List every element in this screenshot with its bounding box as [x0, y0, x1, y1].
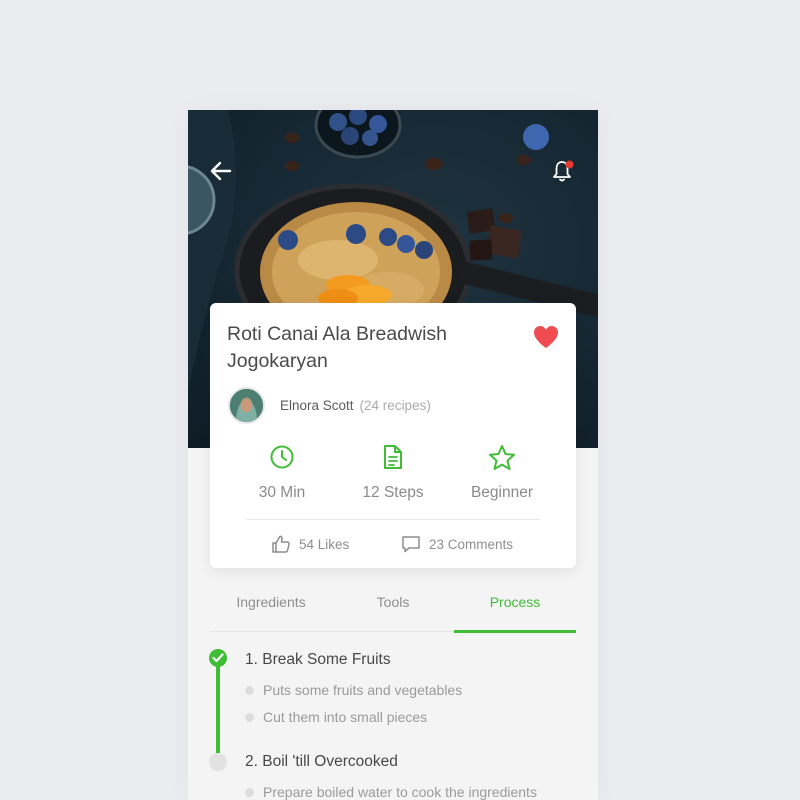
comments-button[interactable]: 23 Comments [401, 529, 513, 559]
author-recipe-count: (24 recipes) [359, 397, 431, 413]
social-row: 54 Likes 23 Comments [210, 529, 576, 559]
step-1-item-2-text: Cut them into small pieces [263, 709, 428, 725]
recipe-tabs: Ingredients Tools Process [210, 582, 576, 633]
back-button[interactable] [206, 156, 236, 186]
stat-steps: 12 Steps [338, 443, 448, 502]
step-1-item-1-text: Puts some fruits and vegetables [263, 682, 463, 698]
stat-difficulty-label: Beginner [470, 484, 534, 501]
notification-button[interactable] [548, 156, 578, 186]
recipe-stats: 30 Min 12 Steps Beginner [210, 443, 576, 503]
step-1-title[interactable]: 1. Break Some Fruits [245, 651, 391, 669]
clock-icon [270, 445, 294, 469]
stat-difficulty: Beginner [447, 443, 557, 502]
step-2-item-1-text: Prepare boiled water to cook the ingredi… [263, 784, 537, 800]
step-2-item-1: Prepare boiled water to cook the ingredi… [245, 784, 537, 800]
step-2-status-dot [209, 753, 227, 771]
stat-steps-label: 12 Steps [362, 484, 424, 501]
likes-button[interactable]: 54 Likes [271, 529, 349, 559]
bullet-icon [245, 712, 254, 722]
star-icon [489, 444, 515, 470]
tab-ingredients[interactable]: Ingredients [210, 582, 332, 632]
card-divider [246, 519, 540, 520]
stat-duration: 30 Min [227, 443, 337, 502]
avatar[interactable] [228, 386, 265, 424]
tab-tools[interactable]: Tools [332, 582, 454, 632]
tab-process[interactable]: Process [454, 582, 576, 633]
step-2-title[interactable]: 2. Boil 'till Overcooked [245, 753, 398, 771]
author-row[interactable]: Elnora Scott (24 recipes) [228, 386, 431, 424]
likes-count: 54 Likes [299, 536, 350, 552]
bullet-icon [245, 787, 254, 797]
notification-dot [565, 160, 574, 169]
step-1-check-icon [209, 649, 227, 667]
favorite-button[interactable] [532, 324, 560, 350]
recipe-info-card: Roti Canai Ala Breadwish Jogokaryan Elno… [210, 303, 576, 568]
comments-count: 23 Comments [429, 536, 514, 552]
author-name[interactable]: Elnora Scott [280, 398, 354, 413]
step-1-item-2: Cut them into small pieces [245, 709, 427, 725]
arrow-left-icon [210, 161, 232, 181]
recipe-screen: Roti Canai Ala Breadwish Jogokaryan Elno… [188, 110, 598, 800]
stat-duration-label: 30 Min [258, 484, 306, 501]
comment-icon [402, 536, 420, 553]
step-1-item-1: Puts some fruits and vegetables [245, 682, 462, 698]
bullet-icon [245, 685, 254, 695]
heart-icon [534, 326, 558, 348]
thumbs-up-icon [272, 535, 290, 553]
bell-icon [553, 160, 574, 182]
recipe-title: Roti Canai Ala Breadwish Jogokaryan [227, 323, 448, 372]
document-icon [384, 445, 402, 469]
timeline-progress-line [216, 661, 220, 753]
